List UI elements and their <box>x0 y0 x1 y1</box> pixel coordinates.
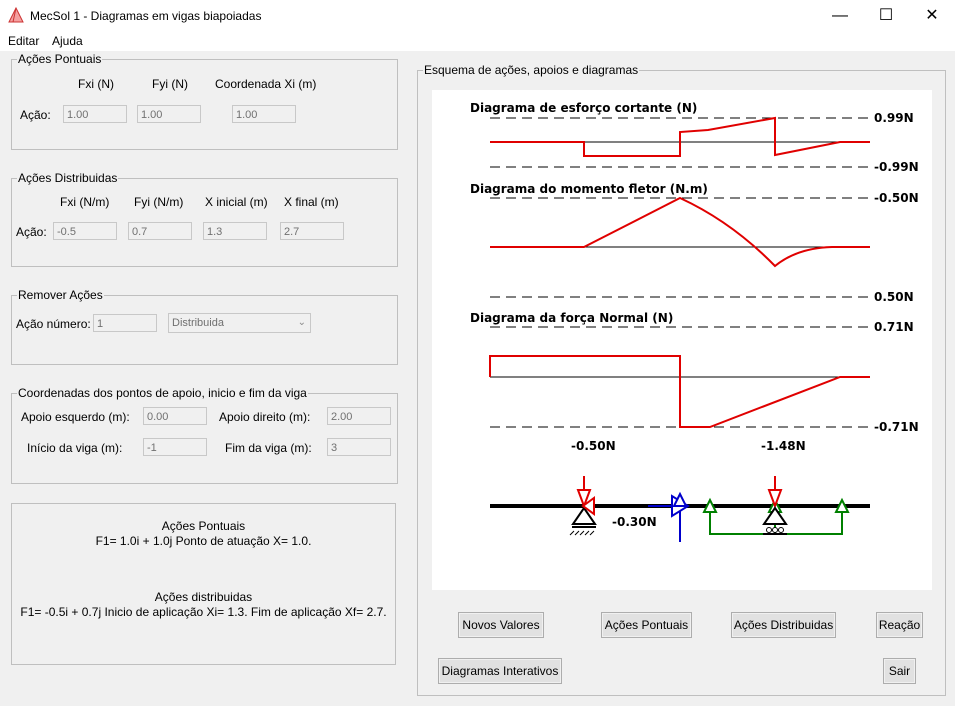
exit-button[interactable]: Sair <box>883 658 916 684</box>
point-x-header: Coordenada Xi (m) <box>215 77 317 91</box>
shear-max-label: 0.99N <box>874 111 914 125</box>
right-support-field[interactable]: 2.00 <box>327 407 391 425</box>
moment-curve <box>490 196 870 268</box>
dist-xi-field[interactable]: 1.3 <box>203 222 267 240</box>
dist-fy-header: Fyi (N/m) <box>134 195 184 209</box>
beam-end-field[interactable]: 3 <box>327 438 391 456</box>
coordinates-group: Coordenadas dos pontos de apoio, inicio … <box>11 386 398 484</box>
dist-fx-header: Fxi (N/m) <box>60 195 110 209</box>
beam-end-label: Fim da viga (m): <box>225 441 312 455</box>
diagram-legend: Esquema de ações, apoios e diagramas <box>424 63 639 77</box>
beam-start-field[interactable]: -1 <box>143 438 207 456</box>
beam-start-label: Início da viga (m): <box>27 441 123 455</box>
point-fy-header: Fyi (N) <box>152 77 188 91</box>
coordinates-legend: Coordenadas dos pontos de apoio, inicio … <box>18 386 307 400</box>
summary-dist-line: F1= -0.5i + 0.7j Inicio de aplicação Xi=… <box>20 605 387 619</box>
interactive-diagrams-button[interactable]: Diagramas Interativos <box>438 658 562 684</box>
point-action-label: Ação: <box>20 108 51 122</box>
summary-point-line: F1= 1.0i + 1.0j Ponto de atuação X= 1.0. <box>95 534 312 548</box>
menu-bar <box>0 31 955 51</box>
diagram-svg: Diagrama de esforço cortante (N) 0.99N -… <box>470 101 919 542</box>
new-values-button[interactable]: Novos Valores <box>458 612 544 638</box>
normal-min-label: -0.71N <box>874 420 919 434</box>
actions-summary: Ações Pontuais F1= 1.0i + 1.0j Ponto de … <box>11 503 396 665</box>
moment-title: Diagrama do momento fletor (N.m) <box>470 182 708 196</box>
moment-top-label: -0.50N <box>874 191 919 205</box>
menu-editar[interactable]: Editar <box>8 34 39 48</box>
summary-point-title: Ações Pontuais <box>161 519 246 533</box>
remove-type-value: Distribuida <box>172 317 224 329</box>
distributed-actions-button[interactable]: Ações Distribuidas <box>731 612 836 638</box>
left-support-label: Apoio esquerdo (m): <box>21 410 130 424</box>
left-support-field[interactable]: 0.00 <box>143 407 207 425</box>
moment-bottom-label: 0.50N <box>874 290 914 304</box>
chevron-down-icon: ⌄ <box>297 317 306 328</box>
reaction-left-label: -0.50N <box>571 439 616 453</box>
point-actions-button[interactable]: Ações Pontuais <box>601 612 692 638</box>
dist-xf-header: X final (m) <box>284 195 339 209</box>
remove-number-field[interactable]: 1 <box>93 314 157 332</box>
remove-number-label: Ação número: <box>16 317 91 331</box>
dist-xi-header: X inicial (m) <box>205 195 268 209</box>
summary-dist-title: Ações distribuidas <box>154 590 253 604</box>
point-fx-field[interactable]: 1.00 <box>63 105 127 123</box>
distributed-actions-group: Ações Distribuidas <box>11 171 398 267</box>
remove-type-select[interactable]: Distribuida ⌄ <box>168 313 311 333</box>
remove-actions-legend: Remover Ações <box>18 288 103 302</box>
shear-curve <box>490 116 870 157</box>
distributed-actions-legend: Ações Distribuidas <box>18 171 118 185</box>
point-actions-group: Ações Pontuais <box>11 52 398 150</box>
point-fy-field[interactable]: 1.00 <box>137 105 201 123</box>
shear-min-label: -0.99N <box>874 160 919 174</box>
normal-curve <box>489 355 870 428</box>
normal-title: Diagrama da força Normal (N) <box>470 311 673 325</box>
reaction-right-label: -1.48N <box>761 439 806 453</box>
dist-action-label: Ação: <box>16 225 47 239</box>
reaction-button[interactable]: Reação <box>876 612 923 638</box>
shear-title: Diagrama de esforço cortante (N) <box>470 101 697 115</box>
reaction-horizontal-label: -0.30N <box>612 515 657 529</box>
right-support-label: Apoio direito (m): <box>219 410 311 424</box>
maximize-button[interactable]: ☐ <box>863 0 909 31</box>
window-title: MecSol 1 - Diagramas em vigas biapoiadas <box>30 9 262 23</box>
dist-xf-field[interactable]: 2.7 <box>280 222 344 240</box>
point-x-field[interactable]: 1.00 <box>232 105 296 123</box>
diagram-canvas: Diagrama de esforço cortante (N) 0.99N -… <box>432 90 932 590</box>
dist-fx-field[interactable]: -0.5 <box>53 222 117 240</box>
app-icon <box>8 7 24 23</box>
menu-ajuda[interactable]: Ajuda <box>52 34 83 48</box>
point-fx-header: Fxi (N) <box>78 77 114 91</box>
dist-fy-field[interactable]: 0.7 <box>128 222 192 240</box>
minimize-button[interactable]: — <box>817 0 863 31</box>
normal-max-label: 0.71N <box>874 320 914 334</box>
close-button[interactable]: ✕ <box>909 0 955 31</box>
point-actions-legend: Ações Pontuais <box>18 52 102 66</box>
